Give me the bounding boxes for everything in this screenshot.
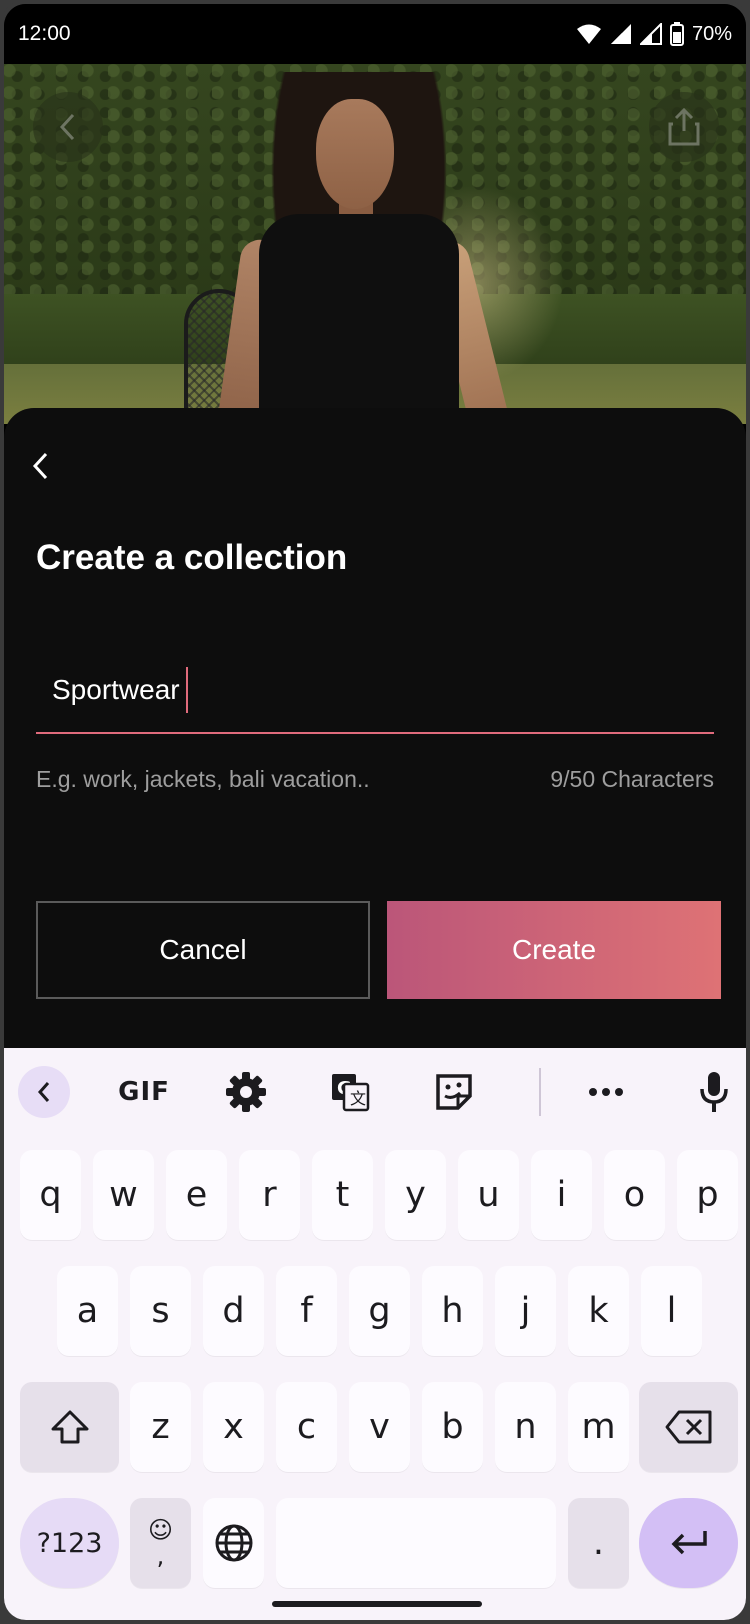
key-d[interactable]: d bbox=[203, 1266, 264, 1356]
sticker-icon bbox=[436, 1074, 472, 1110]
backspace-icon bbox=[665, 1410, 711, 1444]
language-key[interactable] bbox=[203, 1498, 264, 1588]
key-a[interactable]: a bbox=[57, 1266, 118, 1356]
signal-icon-2 bbox=[639, 23, 662, 45]
emoji-comma-key[interactable]: ☺ , bbox=[130, 1498, 191, 1588]
key-f[interactable]: f bbox=[276, 1266, 337, 1356]
share-icon bbox=[668, 107, 700, 146]
settings-button[interactable] bbox=[222, 1068, 270, 1116]
sticker-button[interactable] bbox=[430, 1068, 478, 1116]
enter-key[interactable] bbox=[639, 1498, 738, 1588]
key-z[interactable]: z bbox=[130, 1382, 191, 1472]
signal-icon bbox=[610, 24, 631, 44]
shift-key[interactable] bbox=[20, 1382, 119, 1472]
key-c[interactable]: c bbox=[276, 1382, 337, 1472]
toolbar-divider bbox=[539, 1068, 541, 1116]
cancel-button[interactable]: Cancel bbox=[36, 901, 370, 999]
on-screen-keyboard: GIF G文 q w e r t y u i o p bbox=[4, 1048, 746, 1620]
create-collection-sheet: Create a collection Sportwear E.g. work,… bbox=[4, 408, 746, 1048]
key-x[interactable]: x bbox=[203, 1382, 264, 1472]
key-y[interactable]: y bbox=[385, 1150, 446, 1240]
collection-name-input[interactable]: Sportwear bbox=[36, 648, 714, 734]
globe-icon bbox=[215, 1524, 252, 1562]
key-s[interactable]: s bbox=[130, 1266, 191, 1356]
symbols-key[interactable]: ?123 bbox=[20, 1498, 119, 1588]
more-horizontal-icon bbox=[589, 1088, 623, 1096]
key-b[interactable]: b bbox=[422, 1382, 483, 1472]
sheet-back-button[interactable] bbox=[30, 448, 60, 484]
backspace-key[interactable] bbox=[639, 1382, 738, 1472]
home-indicator[interactable] bbox=[272, 1601, 482, 1607]
keyboard-toolbar: GIF G文 bbox=[4, 1048, 746, 1136]
svg-text:文: 文 bbox=[350, 1089, 366, 1108]
product-hero-image bbox=[4, 64, 746, 424]
translate-button[interactable]: G文 bbox=[326, 1068, 374, 1116]
phone-screen: 12:00 70% Create a collection Sportwear … bbox=[0, 0, 750, 1624]
key-q[interactable]: q bbox=[20, 1150, 81, 1240]
gif-button[interactable]: GIF bbox=[114, 1068, 174, 1116]
key-m[interactable]: m bbox=[568, 1382, 629, 1472]
text-caret bbox=[185, 667, 188, 713]
key-j[interactable]: j bbox=[495, 1266, 556, 1356]
key-h[interactable]: h bbox=[422, 1266, 483, 1356]
key-e[interactable]: e bbox=[166, 1150, 227, 1240]
key-r[interactable]: r bbox=[239, 1150, 300, 1240]
chevron-left-icon bbox=[59, 113, 75, 141]
status-icons: 70% bbox=[576, 22, 732, 46]
status-time: 12:00 bbox=[18, 22, 71, 45]
key-n[interactable]: n bbox=[495, 1382, 556, 1472]
voice-input-button[interactable] bbox=[690, 1068, 738, 1116]
hero-back-button[interactable] bbox=[33, 92, 103, 162]
create-button[interactable]: Create bbox=[387, 901, 721, 999]
input-value[interactable]: Sportwear bbox=[52, 674, 180, 706]
key-i[interactable]: i bbox=[531, 1150, 592, 1240]
chevron-left-icon bbox=[32, 452, 48, 480]
character-counter: 9/50 Characters bbox=[550, 766, 714, 792]
key-l[interactable]: l bbox=[641, 1266, 702, 1356]
gear-icon bbox=[226, 1072, 266, 1112]
key-w[interactable]: w bbox=[93, 1150, 154, 1240]
enter-icon bbox=[671, 1531, 707, 1555]
share-button[interactable] bbox=[649, 92, 719, 162]
emoji-icon: ☺ bbox=[147, 1516, 174, 1544]
space-key[interactable] bbox=[276, 1498, 556, 1588]
key-g[interactable]: g bbox=[349, 1266, 410, 1356]
key-u[interactable]: u bbox=[458, 1150, 519, 1240]
translate-icon: G文 bbox=[332, 1074, 370, 1112]
shift-icon bbox=[51, 1410, 88, 1444]
key-p[interactable]: p bbox=[677, 1150, 738, 1240]
period-key[interactable]: . bbox=[568, 1498, 629, 1588]
battery-percent: 70% bbox=[691, 22, 732, 45]
input-hint: E.g. work, jackets, bali vacation.. bbox=[36, 766, 370, 792]
chevron-left-icon bbox=[37, 1082, 50, 1102]
status-bar: 12:00 70% bbox=[4, 4, 746, 64]
key-t[interactable]: t bbox=[312, 1150, 373, 1240]
sheet-title: Create a collection bbox=[36, 538, 348, 577]
key-o[interactable]: o bbox=[604, 1150, 665, 1240]
comma-label: , bbox=[156, 1542, 165, 1570]
more-options-button[interactable] bbox=[582, 1068, 630, 1116]
key-v[interactable]: v bbox=[349, 1382, 410, 1472]
wifi-icon bbox=[576, 24, 601, 44]
toolbar-collapse-button[interactable] bbox=[18, 1066, 70, 1118]
microphone-icon bbox=[700, 1072, 728, 1112]
key-k[interactable]: k bbox=[568, 1266, 629, 1356]
battery-icon bbox=[669, 22, 684, 46]
